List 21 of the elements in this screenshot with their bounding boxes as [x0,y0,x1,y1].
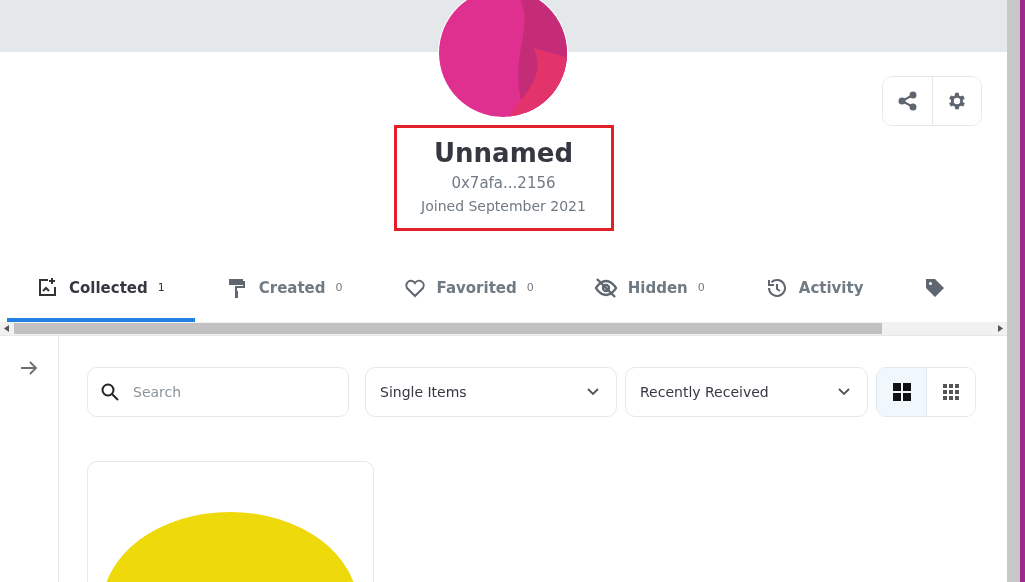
settings-button[interactable] [932,77,981,126]
dropdown[interactable]: Single Items [365,367,617,417]
search-field[interactable]: Search [87,367,349,417]
profile-name: Unnamed [434,138,573,169]
tab[interactable]: Favorited 0 [372,257,564,322]
share-icon [897,91,918,112]
tab[interactable]: Activity [734,257,894,322]
small-grid-button[interactable] [926,368,975,416]
dropdown[interactable]: Recently Received [625,367,868,417]
chevron-down-icon [586,387,600,397]
large-grid-icon [891,382,912,402]
search-icon [100,382,120,402]
chevron-down-icon [837,387,851,397]
tab[interactable]: Created 0 [194,257,373,322]
large-grid-button[interactable] [877,368,926,416]
horizontal-scrollbar[interactable] [0,322,1007,335]
tab[interactable]: Hidden 0 [563,257,735,322]
eye-off-icon [593,276,618,300]
wallet-address[interactable]: 0x7afa...2156 [451,174,556,193]
small-grid-icon [942,383,960,401]
join-date: Joined September 2021 [421,198,586,215]
